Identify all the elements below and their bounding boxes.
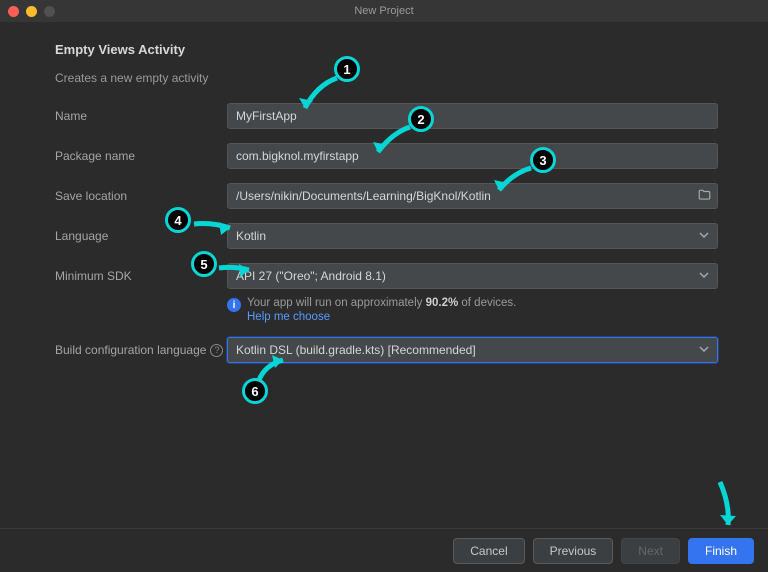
cancel-button[interactable]: Cancel: [453, 538, 524, 564]
window-controls: [8, 6, 55, 17]
finish-button[interactable]: Finish: [688, 538, 754, 564]
minsdk-label: Minimum SDK: [55, 269, 227, 283]
hint-prefix: Your app will run on approximately: [247, 297, 426, 309]
buildlang-select[interactable]: Kotlin DSL (build.gradle.kts) [Recommend…: [227, 337, 718, 363]
save-location-input[interactable]: [227, 183, 718, 209]
page-subtitle: Creates a new empty activity: [55, 71, 718, 85]
next-button: Next: [621, 538, 680, 564]
hint-suffix: of devices.: [458, 297, 516, 309]
annotation-5-arrow: [216, 250, 256, 282]
chevron-down-icon: [699, 269, 709, 283]
annotation-3-arrow: [491, 160, 541, 202]
wizard-content: Empty Views Activity Creates a new empty…: [0, 22, 768, 363]
chevron-down-icon: [699, 229, 709, 243]
zoom-window-icon: [44, 6, 55, 17]
buildlang-label-text: Build configuration language: [55, 343, 206, 357]
close-window-icon[interactable]: [8, 6, 19, 17]
help-icon[interactable]: ?: [210, 344, 223, 357]
language-select[interactable]: Kotlin: [227, 223, 718, 249]
buildlang-label: Build configuration language ?: [55, 343, 227, 357]
annotation-6-arrow: [255, 355, 295, 385]
minsdk-value: API 27 ("Oreo"; Android 8.1): [236, 269, 386, 283]
previous-button[interactable]: Previous: [533, 538, 614, 564]
language-value: Kotlin: [236, 229, 266, 243]
package-label: Package name: [55, 149, 227, 163]
annotation-1-arrow: [297, 70, 347, 120]
sdk-hint: i Your app will run on approximately 90.…: [227, 297, 718, 323]
help-me-choose-link[interactable]: Help me choose: [247, 311, 330, 323]
name-label: Name: [55, 109, 227, 123]
titlebar: New Project: [0, 0, 768, 22]
chevron-down-icon: [699, 343, 709, 357]
package-input[interactable]: [227, 143, 718, 169]
annotation-4-arrow: [190, 200, 238, 236]
page-title: Empty Views Activity: [55, 42, 718, 57]
wizard-footer: Cancel Previous Next Finish: [0, 528, 768, 572]
annotation-2-arrow: [370, 119, 420, 164]
minimize-window-icon[interactable]: [26, 6, 37, 17]
annotation-finish-arrow: [710, 480, 750, 535]
minsdk-select[interactable]: API 27 ("Oreo"; Android 8.1): [227, 263, 718, 289]
info-icon: i: [227, 298, 241, 312]
hint-percent: 90.2%: [426, 297, 459, 309]
window-title: New Project: [0, 5, 768, 17]
